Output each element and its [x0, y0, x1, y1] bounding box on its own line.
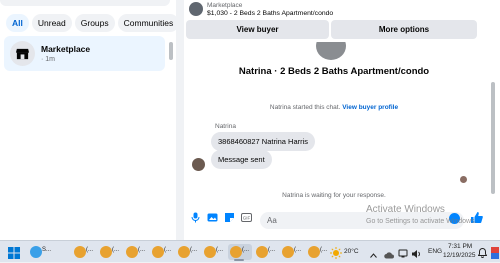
thread-scrollbar[interactable] — [491, 82, 495, 194]
marketplace-header: Marketplace $1,030 - 2 Beds 2 Baths Apar… — [184, 0, 500, 42]
clock-time[interactable]: 7:31 PM — [448, 243, 472, 250]
emoji-icon[interactable] — [449, 213, 460, 224]
taskbar-app-label: (... — [216, 247, 223, 253]
chevron-up-icon[interactable] — [370, 247, 377, 263]
chat-started-text: Natrina started this chat. — [269, 104, 341, 111]
message-bubble[interactable]: Message sent — [211, 150, 272, 169]
panel-divider — [176, 0, 184, 240]
svg-text:GIF: GIF — [243, 216, 251, 221]
weather-temp: 20°C — [344, 248, 359, 255]
cloud-icon[interactable] — [384, 247, 394, 263]
message-thread: Natrina · 2 Beds 2 Baths Apartment/condo… — [184, 42, 500, 208]
taskbar-app-label: (... — [86, 247, 93, 253]
chat-title: Natrina · 2 Beds 2 Baths Apartment/condo — [238, 66, 430, 77]
marketplace-label: Marketplace — [207, 2, 243, 9]
message-input[interactable]: Aa — [260, 212, 464, 229]
thumbs-up-icon[interactable] — [470, 211, 483, 224]
chat-list-panel: All Unread Groups Communities Marketplac… — [0, 0, 180, 240]
taskbar-app-label: (... — [268, 247, 275, 253]
sticker-icon[interactable] — [224, 212, 235, 223]
chrome-icon — [204, 246, 216, 258]
conversation-time: · 1m — [41, 56, 55, 63]
photo-icon[interactable] — [207, 212, 218, 223]
chrome-icon — [74, 246, 86, 258]
listing-title[interactable]: $1,030 - 2 Beds 2 Baths Apartment/condo — [207, 10, 333, 17]
bell-icon[interactable] — [478, 245, 487, 261]
filter-all[interactable]: All — [6, 14, 29, 32]
chrome-icon — [308, 246, 320, 258]
microphone-icon[interactable] — [190, 212, 201, 223]
taskbar-app-label: (... — [112, 247, 119, 253]
gif-icon[interactable]: GIF — [241, 212, 252, 223]
filter-groups[interactable]: Groups — [74, 14, 115, 32]
taskbar-app-11[interactable]: (... — [306, 244, 330, 260]
network-icon[interactable] — [398, 246, 408, 262]
chat-started-notice: Natrina started this chat. View buyer pr… — [184, 104, 484, 111]
filter-unread[interactable]: Unread — [31, 14, 72, 32]
view-buyer-profile-link[interactable]: View buyer profile — [342, 104, 398, 111]
messenger-window: All Unread Groups Communities Marketplac… — [0, 0, 500, 240]
more-options-button[interactable]: More options — [331, 20, 477, 39]
chrome-icon — [100, 246, 112, 258]
app-icon — [30, 246, 42, 258]
chrome-icon — [178, 246, 190, 258]
taskbar-app-label: (... — [190, 247, 197, 253]
message-bubble[interactable]: 3868460827 Natrina Harris — [211, 132, 316, 151]
chat-list-scrollbar[interactable] — [169, 42, 173, 60]
listing-thumbnail — [189, 2, 203, 16]
filter-communities[interactable]: Communities — [117, 14, 180, 32]
taskbar-app-1[interactable]: S... — [28, 244, 52, 260]
taskbar-app-9[interactable]: (... — [254, 244, 278, 260]
active-indicator — [234, 259, 244, 261]
storefront-icon — [10, 41, 35, 66]
chrome-icon — [282, 246, 294, 258]
taskbar-app-5[interactable]: (... — [150, 244, 174, 260]
speaker-icon[interactable] — [411, 246, 421, 262]
chrome-icon — [126, 246, 138, 258]
taskbar-app-10[interactable]: (... — [280, 244, 304, 260]
search-area-edge — [0, 0, 170, 6]
taskbar-app-8[interactable]: (... — [228, 244, 252, 261]
taskbar-app-6[interactable]: (... — [176, 244, 200, 260]
taskbar-app-label: S... — [42, 247, 52, 253]
conversation-item-marketplace[interactable]: Marketplace · 1m — [4, 36, 165, 71]
taskbar-app-label: (... — [294, 247, 301, 253]
language-indicator[interactable]: ENG — [428, 248, 442, 255]
filter-chips: All Unread Groups Communities — [6, 14, 180, 32]
chrome-icon — [230, 246, 242, 258]
weather-icon[interactable] — [330, 245, 342, 261]
read-receipt-avatar — [460, 176, 467, 183]
conversation-panel: Marketplace $1,030 - 2 Beds 2 Baths Apar… — [184, 0, 500, 240]
waiting-notice: Natrina is waiting for your response. — [282, 192, 386, 199]
taskbar-app-label: (... — [242, 247, 249, 253]
view-buyer-button[interactable]: View buyer — [186, 20, 329, 39]
windows-taskbar: S... (... (... (... (... (... (... (... … — [0, 240, 500, 262]
buyer-avatar — [316, 42, 346, 60]
windows-start-icon[interactable] — [8, 245, 20, 261]
color-tray-icon[interactable] — [491, 245, 499, 261]
taskbar-app-2[interactable]: (... — [72, 244, 96, 260]
chrome-icon — [152, 246, 164, 258]
sender-avatar — [192, 158, 205, 171]
taskbar-app-label: (... — [138, 247, 145, 253]
clock-date[interactable]: 12/19/2025 — [443, 252, 476, 259]
sender-name: Natrina — [215, 123, 236, 130]
chrome-icon — [256, 246, 268, 258]
taskbar-app-3[interactable]: (... — [98, 244, 122, 260]
conversation-name: Marketplace — [41, 44, 91, 54]
taskbar-app-4[interactable]: (... — [124, 244, 148, 260]
taskbar-app-label: (... — [164, 247, 171, 253]
taskbar-app-7[interactable]: (... — [202, 244, 226, 260]
taskbar-app-label: (... — [320, 247, 327, 253]
